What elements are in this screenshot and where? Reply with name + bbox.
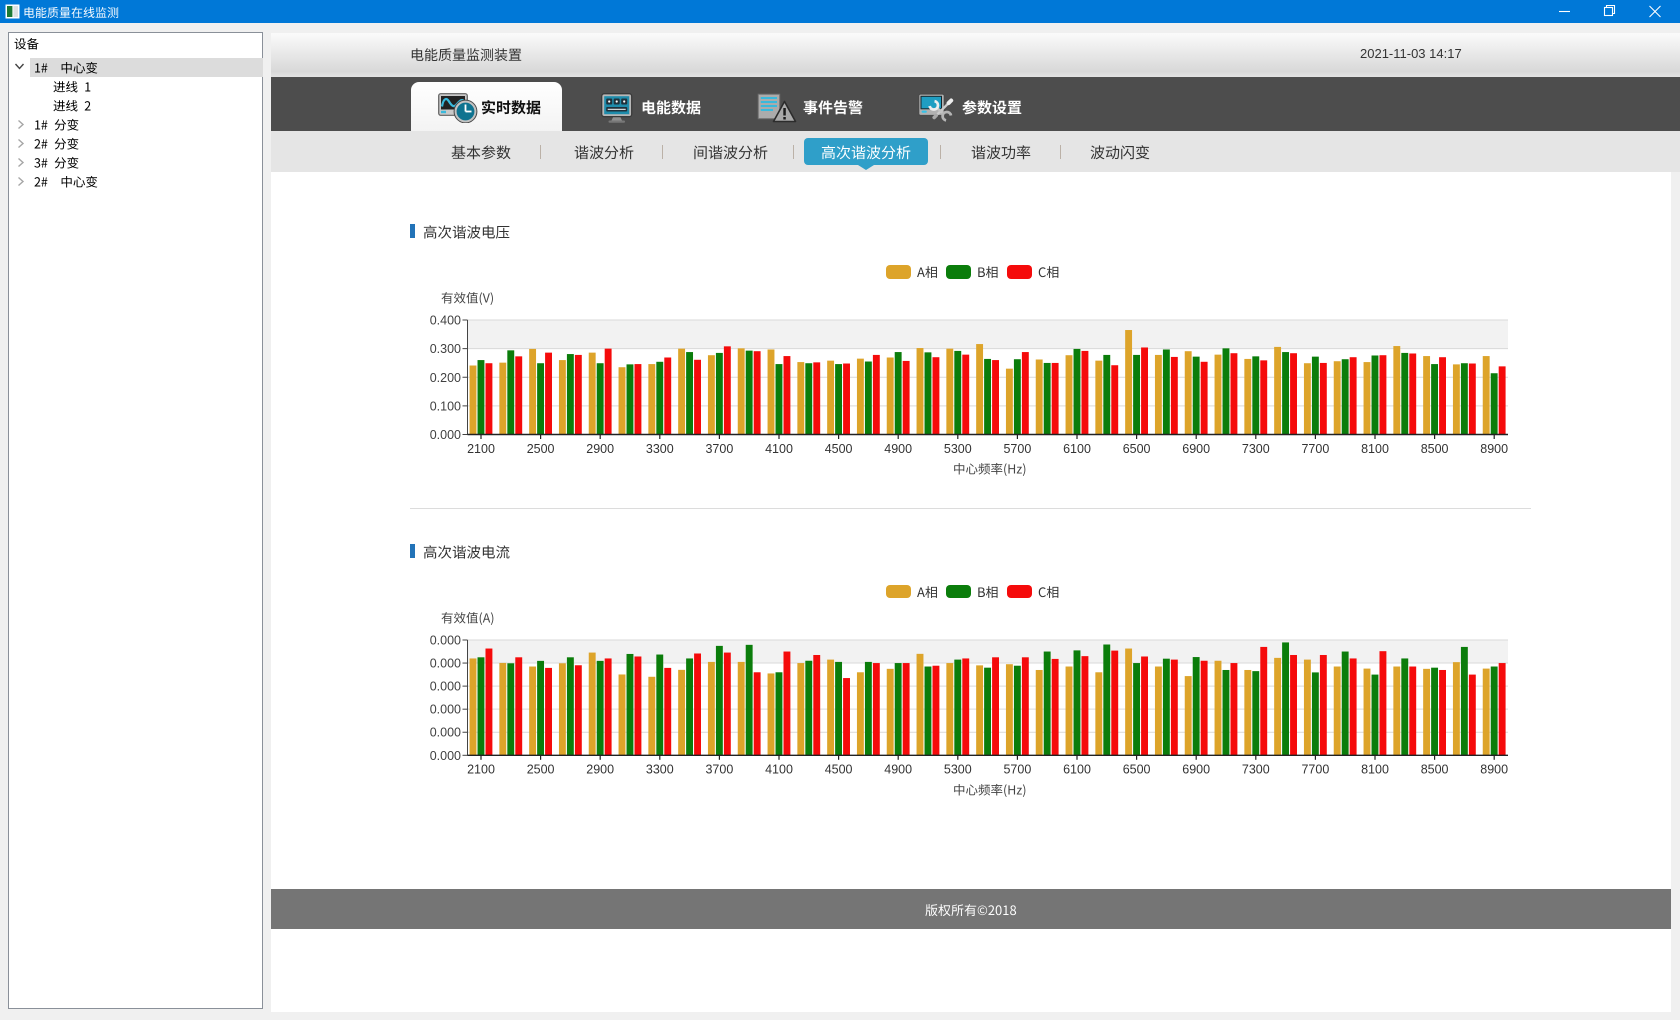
svg-text:0.000: 0.000 [430, 657, 461, 671]
svg-text:4500: 4500 [825, 442, 853, 456]
svg-text:7300: 7300 [1242, 763, 1270, 777]
svg-text:3300: 3300 [646, 763, 674, 777]
svg-text:7300: 7300 [1242, 442, 1270, 456]
svg-text:0.100: 0.100 [430, 399, 461, 413]
svg-text:2100: 2100 [467, 763, 495, 777]
svg-text:5700: 5700 [1003, 442, 1031, 456]
svg-text:8100: 8100 [1361, 763, 1389, 777]
svg-text:4900: 4900 [884, 442, 912, 456]
svg-text:4100: 4100 [765, 442, 793, 456]
svg-text:0.300: 0.300 [430, 342, 461, 356]
svg-text:8900: 8900 [1480, 442, 1508, 456]
svg-text:6100: 6100 [1063, 763, 1091, 777]
svg-text:4900: 4900 [884, 763, 912, 777]
svg-text:0.000: 0.000 [430, 703, 461, 717]
svg-text:3700: 3700 [705, 442, 733, 456]
svg-text:8100: 8100 [1361, 442, 1389, 456]
svg-text:2900: 2900 [586, 442, 614, 456]
svg-text:8500: 8500 [1421, 442, 1449, 456]
svg-text:4500: 4500 [825, 763, 853, 777]
svg-text:7700: 7700 [1301, 763, 1329, 777]
svg-text:6100: 6100 [1063, 442, 1091, 456]
svg-text:0.000: 0.000 [430, 680, 461, 694]
svg-text:8900: 8900 [1480, 763, 1508, 777]
svg-text:0.200: 0.200 [430, 371, 461, 385]
svg-text:6900: 6900 [1182, 763, 1210, 777]
svg-text:5700: 5700 [1003, 763, 1031, 777]
svg-text:5300: 5300 [944, 763, 972, 777]
svg-text:2500: 2500 [527, 442, 555, 456]
svg-text:7700: 7700 [1301, 442, 1329, 456]
svg-text:0.000: 0.000 [430, 749, 461, 763]
svg-text:6900: 6900 [1182, 442, 1210, 456]
svg-text:2500: 2500 [527, 763, 555, 777]
svg-text:3700: 3700 [705, 763, 733, 777]
svg-text:0.000: 0.000 [430, 428, 461, 442]
svg-text:6500: 6500 [1123, 442, 1151, 456]
svg-text:0.400: 0.400 [430, 314, 461, 328]
svg-text:6500: 6500 [1123, 763, 1151, 777]
svg-text:3300: 3300 [646, 442, 674, 456]
svg-text:4100: 4100 [765, 763, 793, 777]
svg-text:0.000: 0.000 [430, 726, 461, 740]
svg-text:5300: 5300 [944, 442, 972, 456]
svg-text:2900: 2900 [586, 763, 614, 777]
svg-text:2100: 2100 [467, 442, 495, 456]
svg-text:0.000: 0.000 [430, 634, 461, 648]
svg-text:8500: 8500 [1421, 763, 1449, 777]
